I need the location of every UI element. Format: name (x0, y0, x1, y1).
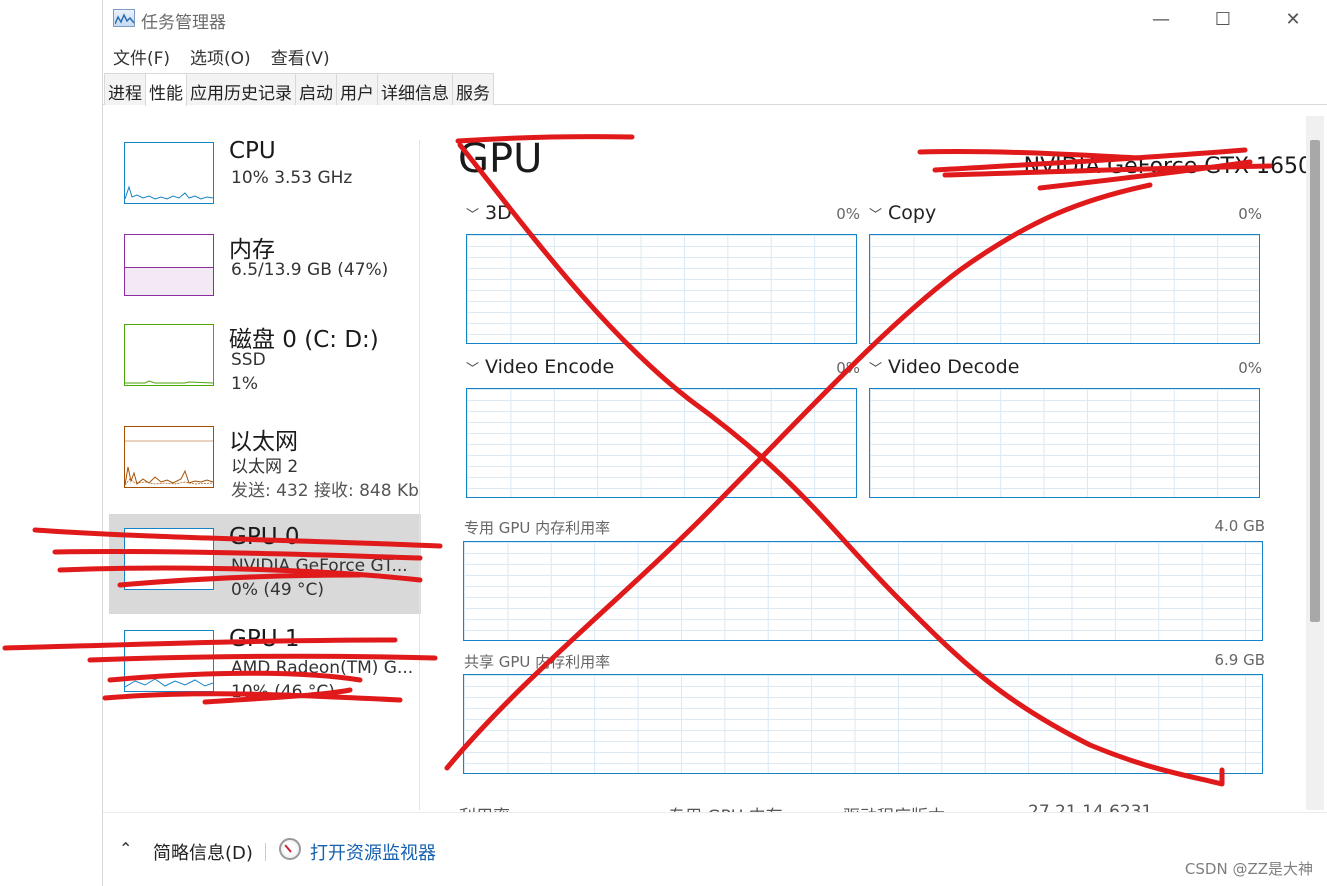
sidebar-item-cpu[interactable]: CPU 10% 3.53 GHz (109, 130, 421, 230)
watermark: CSDN @ZZ是大神 (1184, 860, 1313, 878)
maximize-button[interactable]: ☐ (1188, 0, 1258, 38)
memory-thumbnail-graph (124, 234, 214, 296)
minimize-button[interactable]: — (1126, 0, 1196, 38)
sidebar-divider (419, 140, 420, 810)
sidebar-item-name: CPU (229, 138, 276, 164)
tab-app-history[interactable]: 应用历史记录 (186, 73, 296, 105)
sidebar-item-detail: 10% 3.53 GHz (231, 168, 353, 188)
stat-driver-version-label: 驱动程序版本: (843, 802, 951, 812)
menu-view[interactable]: 查看(V) (261, 40, 340, 70)
engine-pct-copy: 0% (1238, 205, 1262, 223)
shared-memory-value: 6.9 GB (1214, 651, 1265, 669)
footer-divider (265, 843, 266, 861)
graph-3d (466, 234, 857, 344)
background-left (0, 0, 102, 886)
memory-usage-fill (125, 266, 213, 295)
menu-file[interactable]: 文件(F) (103, 40, 180, 70)
gpu1-thumbnail-graph (124, 630, 214, 692)
fewer-details-button[interactable]: 简略信息(D) (153, 839, 253, 865)
gpu0-thumbnail-graph (124, 528, 214, 590)
task-manager-window: 任务管理器 — ☐ ✕ 文件(F) 选项(O) 查看(V) 进程 性能 应用历史… (102, 0, 1327, 886)
gpu-detail-panel: GPU NVIDIA GeForce GTX 1650 ﹀ 3D 0% ﹀ Copy… (458, 130, 1312, 820)
tab-bar: 进程 性能 应用历史记录 启动 用户 详细信息 服务 (103, 73, 1327, 106)
graph-video-decode (869, 388, 1260, 498)
menu-options[interactable]: 选项(O) (180, 40, 261, 70)
dedicated-memory-value: 4.0 GB (1214, 517, 1265, 535)
tab-performance[interactable]: 性能 (145, 73, 187, 106)
status-bar: ⌃ 简略信息(D) 打开资源监视器 (103, 812, 1327, 886)
tab-processes[interactable]: 进程 (104, 73, 146, 105)
sidebar-item-name: 以太网 (229, 429, 298, 455)
chevron-down-icon: ﹀ (869, 362, 883, 377)
ethernet-thumbnail-graph (124, 426, 214, 488)
sidebar-item-name: GPU 1 (229, 626, 300, 652)
sidebar-item-detail: SSD (231, 350, 266, 370)
chevron-down-icon: ﹀ (466, 362, 480, 377)
engine-pct-video-encode: 0% (836, 359, 860, 377)
graph-dedicated-memory (463, 541, 1263, 641)
resource-sidebar: CPU 10% 3.53 GHz 内存 6.5/13.9 GB (47%) 磁盘… (109, 112, 421, 810)
engine-label-copy[interactable]: ﹀ Copy (869, 202, 936, 224)
sidebar-item-detail: NVIDIA GeForce GT... (231, 556, 408, 576)
engine-label-video-decode[interactable]: ﹀ Video Decode (869, 356, 1019, 378)
graph-copy (869, 234, 1260, 344)
vertical-scrollbar[interactable] (1306, 116, 1324, 810)
stat-driver-version-value: 27.21.14.6231 (1028, 802, 1153, 812)
tab-details[interactable]: 详细信息 (377, 73, 453, 105)
sidebar-item-gpu0[interactable]: GPU 0 NVIDIA GeForce GT... 0% (49 °C) (109, 514, 421, 614)
title-bar[interactable]: 任务管理器 — ☐ ✕ (103, 0, 1327, 38)
chevron-down-icon: ﹀ (869, 208, 883, 223)
chevron-down-icon: ﹀ (466, 208, 480, 223)
sidebar-item-name: 内存 (229, 237, 275, 263)
graph-shared-memory (463, 674, 1263, 774)
disk-thumbnail-graph (124, 324, 214, 386)
sidebar-item-name: 磁盘 0 (C: D:) (229, 327, 379, 353)
sidebar-item-memory[interactable]: 内存 6.5/13.9 GB (47%) (109, 222, 421, 322)
window-title: 任务管理器 (141, 13, 226, 33)
page-title: GPU (458, 136, 543, 182)
sidebar-item-disk[interactable]: 磁盘 0 (C: D:) SSD 1% (109, 312, 421, 412)
gpu-model-name: NVIDIA GeForce GTX 1650 (1023, 154, 1312, 179)
tab-services[interactable]: 服务 (452, 73, 494, 105)
sidebar-item-detail: 以太网 2 (231, 457, 299, 477)
stat-utilization-label: 利用率 (459, 802, 510, 812)
tab-startup[interactable]: 启动 (295, 73, 337, 105)
sidebar-item-name: GPU 0 (229, 524, 300, 550)
tab-users[interactable]: 用户 (336, 73, 378, 105)
close-button[interactable]: ✕ (1258, 0, 1327, 38)
sidebar-item-detail-2: 1% (231, 374, 258, 394)
graph-video-encode (466, 388, 857, 498)
open-resource-monitor-link[interactable]: 打开资源监视器 (310, 839, 436, 865)
engine-pct-video-decode: 0% (1238, 359, 1262, 377)
resource-monitor-icon (279, 838, 301, 860)
sidebar-item-ethernet[interactable]: 以太网 以太网 2 发送: 432 接收: 848 Kb (109, 414, 421, 514)
scrollbar-thumb[interactable] (1310, 140, 1320, 622)
dedicated-memory-label: 专用 GPU 内存利用率 (464, 519, 611, 537)
engine-label-video-encode[interactable]: ﹀ Video Encode (466, 356, 614, 378)
engine-pct-3d: 0% (836, 205, 860, 223)
sidebar-item-detail-2: 0% (49 °C) (231, 580, 325, 600)
sidebar-item-detail-2: 发送: 432 接收: 848 Kb (231, 481, 419, 501)
chevron-up-icon[interactable]: ⌃ (119, 839, 132, 858)
sidebar-item-detail: 6.5/13.9 GB (47%) (231, 260, 389, 280)
task-manager-app-icon (113, 9, 135, 27)
sidebar-item-detail-2: 10% (46 °C) (231, 682, 335, 702)
shared-memory-label: 共享 GPU 内存利用率 (464, 653, 611, 671)
engine-label-3d[interactable]: ﹀ 3D (466, 202, 512, 224)
sidebar-item-detail: AMD Radeon(TM) G... (231, 658, 414, 678)
stats-row: 利用率 专用 GPU 内存 驱动程序版本: 27.21.14.6231 (103, 800, 1327, 812)
menu-bar: 文件(F) 选项(O) 查看(V) (103, 40, 1327, 70)
cpu-thumbnail-graph (124, 142, 214, 204)
sidebar-item-gpu1[interactable]: GPU 1 AMD Radeon(TM) G... 10% (46 °C) (109, 616, 421, 716)
stat-dedicated-memory-label: 专用 GPU 内存 (668, 802, 783, 812)
